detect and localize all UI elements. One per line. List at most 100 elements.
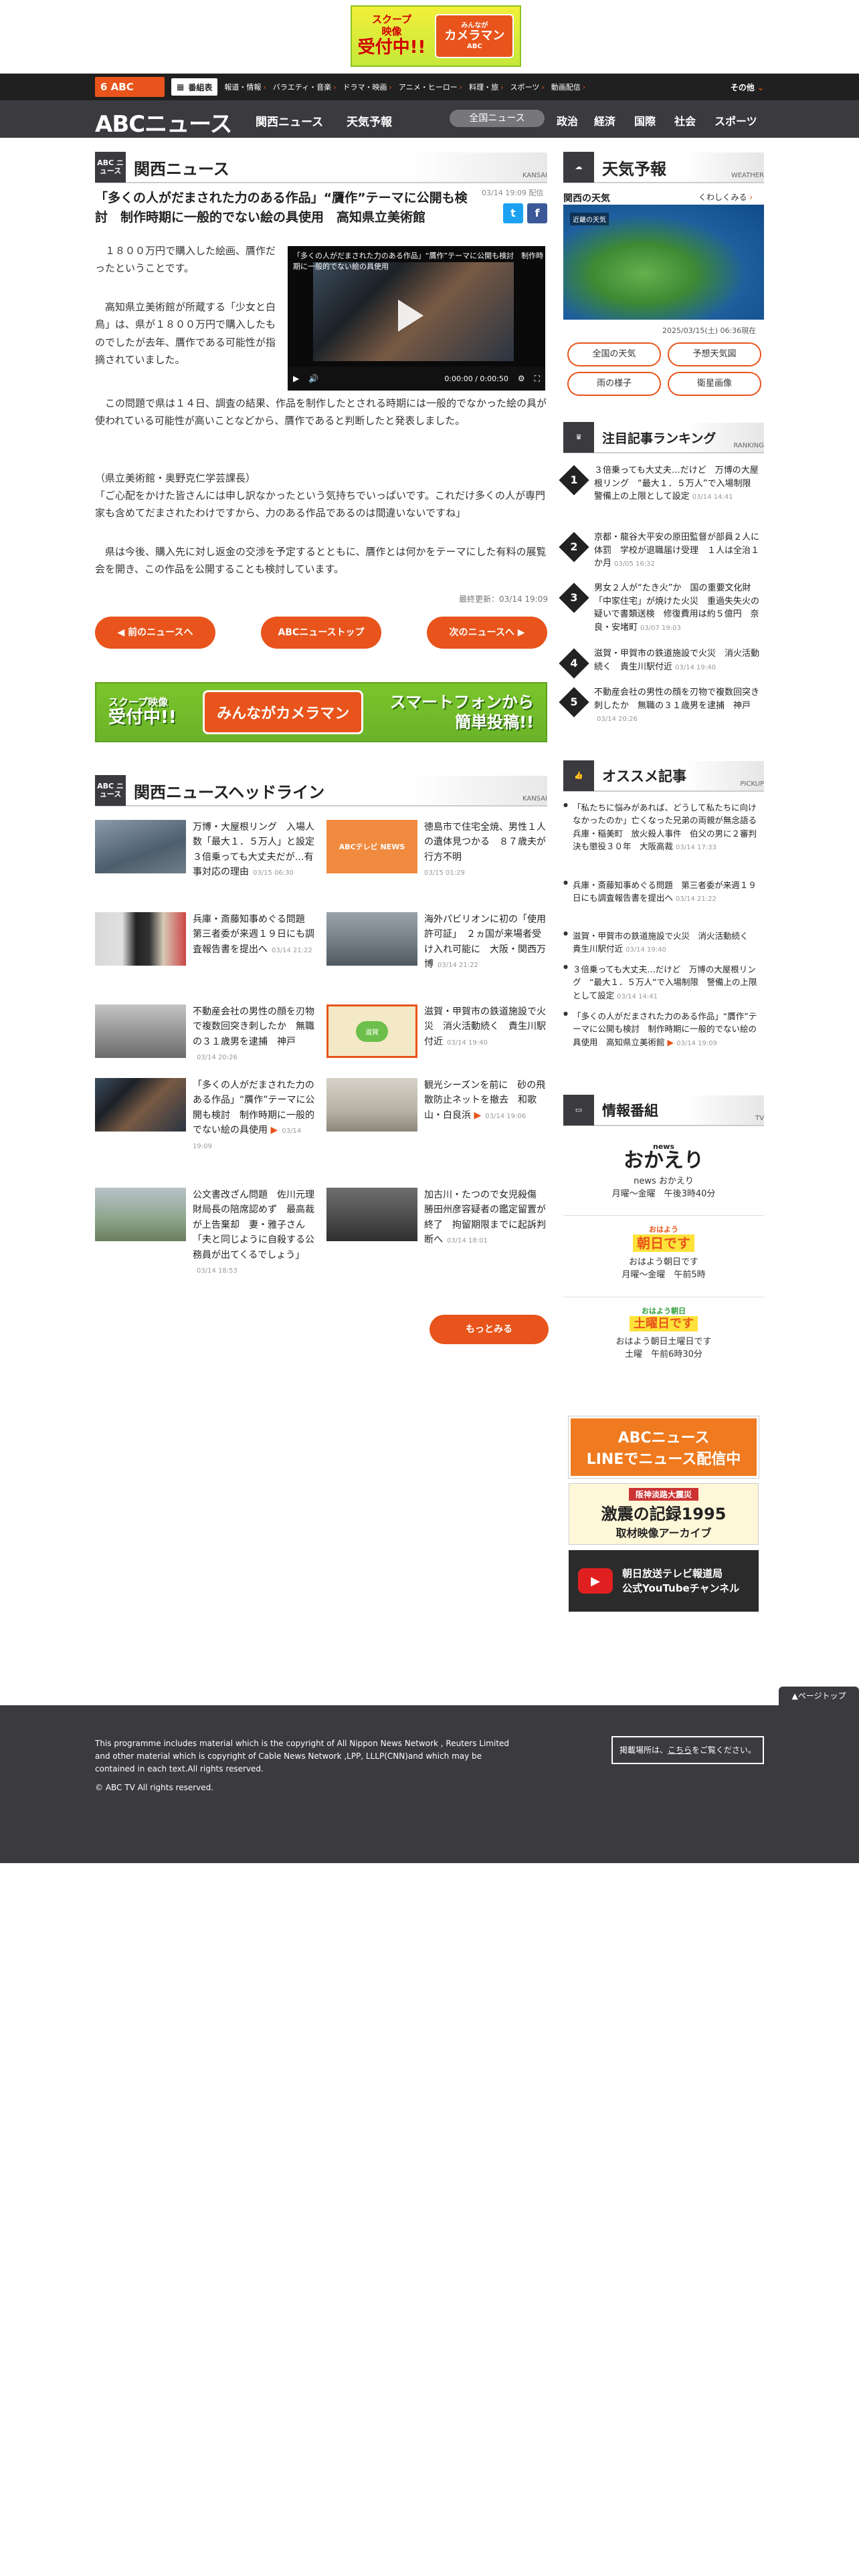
youtube-channel-banner[interactable]: ▶ 朝日放送テレビ報道局 公式YouTubeチャンネル [569, 1550, 759, 1612]
section-tag: RANKING [733, 442, 764, 449]
nav-international[interactable]: 国際 [634, 112, 656, 128]
youtube-banner-text: 朝日放送テレビ報道局 公式YouTubeチャンネル [622, 1567, 740, 1595]
section-title: 注目記事ランキング [602, 431, 717, 446]
weather-btn-national[interactable]: 全国の天気 [567, 342, 661, 366]
article-date: 03/14 19:09 配信 [482, 189, 544, 197]
weather-detail-link[interactable]: くわしくみる › [698, 191, 753, 203]
nav-kansai-news[interactable]: 関西ニュース [256, 112, 323, 129]
section-tag: KANSAI [522, 795, 547, 802]
headline-thumbnail [95, 1078, 186, 1132]
nav-item-news[interactable]: 報道・情報 › [224, 82, 266, 92]
headline-title: 兵庫・斎藤知事めぐる問題 第三者委が来週１９日にも調査報告書を提出へ 03/14 … [193, 914, 314, 955]
bangumi-button[interactable]: ▦ 番組表 [171, 78, 218, 96]
headline-item[interactable]: 加古川・たつので女児殺傷 勝田州彦容疑者の鑑定留置が終了 拘留期限までに起訴判断… [326, 1188, 547, 1275]
scoop-banner-text: スクープ 映像 受付中!! [357, 13, 426, 58]
weather-map[interactable]: 近畿の天気 [563, 205, 764, 320]
nav-item-video[interactable]: 動画配信 › [551, 82, 585, 92]
nav-item-anime[interactable]: アニメ・ヒーロー › [399, 82, 462, 92]
headline-item[interactable]: 兵庫・斎藤知事めぐる問題 第三者委が来週１９日にも調査報告書を提出へ 03/14 … [95, 912, 316, 999]
headline-thumbnail [326, 1188, 417, 1241]
volume-icon[interactable]: 🔊 [308, 374, 318, 383]
chevron-right-icon: › [333, 83, 337, 92]
weather-btn-rain[interactable]: 雨の様子 [567, 372, 661, 396]
line-news-banner[interactable]: ABCニュース LINEでニュース配信中 [568, 1416, 759, 1479]
pickup-item[interactable]: 滋賀・甲賀市の鉄道施設で火災 消火活動続く 貴生川駅付近03/14 19:40 [563, 930, 764, 956]
section-title: 天気予報 [602, 159, 666, 179]
ranking-item[interactable]: 5 不動産会社の男性の顔を刃物で複数回突き刺したか 無職の３１歳男を逮捕 神戸03… [559, 686, 764, 730]
page-top-button[interactable]: ▲ページトップ [779, 1687, 859, 1705]
headline-item[interactable]: 海外パビリオンに初の「使用許可証」 ２ヵ国が来場者受け入れ可能に 大阪・関西万博… [326, 912, 547, 999]
rank-badge: 4 [559, 648, 589, 679]
scoop-wide-banner[interactable]: スクープ映像 受付中!! みんながカメラマン スマートフォンから 簡単投稿!! [95, 682, 547, 742]
headline-title: 滋賀・甲賀市の鉄道施設で火災 消火活動続く 貴生川駅付近 03/14 19:40 [424, 1006, 546, 1047]
chevron-right-icon: › [263, 83, 266, 92]
ranking-title: 京都・龍谷大平安の原田監督が部員２人に体罰 学校が退職届け受理 １人は全治１か月… [594, 532, 760, 568]
prev-news-button[interactable]: ◀ 前のニュースへ [95, 617, 215, 649]
nav-zenkoku-news[interactable]: 全国ニュース [450, 110, 545, 127]
programs-header: ▭ 情報番組 TV [563, 1095, 764, 1126]
ranking-item[interactable]: 2 京都・龍谷大平安の原田監督が部員２人に体罰 学校が退職届け受理 １人は全治１か… [559, 531, 764, 575]
pickup-item[interactable]: 「多くの人がだまされた力のある作品」“贋作”テーマに公開も検討 制作時期に一般的… [563, 1010, 764, 1049]
other-menu[interactable]: その他 ⌄ [731, 82, 764, 93]
fullscreen-icon[interactable]: ⛶ [535, 374, 540, 384]
news-top-button[interactable]: ABCニューストップ [261, 617, 381, 649]
ranking-item[interactable]: 3 男女２人が“たき火”か 国の重要文化財「中家住宅」が焼けた火災 重過失失火の疑… [559, 582, 764, 633]
ranking-item[interactable]: 1 ３倍乗っても大丈夫…だけど 万博の大屋根リング “最大１．５万人”で入場制限 … [559, 464, 764, 508]
nav-weather[interactable]: 天気予報 [347, 112, 392, 129]
weather-btn-satellite[interactable]: 衛星画像 [668, 372, 761, 396]
program-time: 月曜〜金曜 午前5時 [622, 1270, 706, 1280]
pickup-item[interactable]: 兵庫・斎藤知事めぐる問題 第三者委が来週１９日にも調査報告書を提出へ03/14 … [563, 879, 764, 905]
section-tag: PICKUP [740, 780, 764, 788]
pickup-item[interactable]: ３倍乗っても大丈夫…だけど 万博の大屋根リング “最大１．５万人”で入場制限 警… [563, 963, 764, 1002]
footer-location-link[interactable]: こちら [668, 1745, 692, 1755]
program-name: おはよう朝日です [628, 1257, 698, 1267]
section-title: オススメ記事 [602, 768, 686, 784]
ranking-title: ３倍乗っても大丈夫…だけど 万博の大屋根リング “最大１．５万人”で入場制限 警… [594, 465, 760, 502]
abc-6-logo[interactable]: 6 ABC [95, 77, 165, 97]
next-news-button[interactable]: 次のニュースへ ▶ [427, 617, 547, 649]
play-button-icon[interactable]: ▶ [293, 374, 299, 383]
weather-btn-forecast-map[interactable]: 予想天気図 [668, 342, 761, 366]
headline-title: 観光シーズンを前に 砂の飛散防止ネットを撤去 和歌山・白良浜 ▶ 03/14 19… [424, 1080, 546, 1121]
facebook-share-icon[interactable]: f [527, 203, 547, 223]
nav-economy[interactable]: 経済 [594, 112, 615, 128]
play-icon[interactable] [398, 300, 423, 332]
article-paragraph: 県は今後、購入先に対し返金の交渉を予定するとともに、贋作とは何かをテーマにした有… [95, 546, 547, 576]
program-logo: おはよう朝日 [642, 1307, 686, 1315]
ranking-item[interactable]: 4 滋賀・甲賀市の鉄道施設で火災 消火活動続く 貴生川駅付近 03/14 19:40 [559, 647, 764, 691]
program-time: 月曜〜金曜 午後3時40分 [611, 1189, 716, 1199]
headline-item[interactable]: 公文書改ざん問題 佐川元理財局長の陪席認めず 最高裁が上告棄却 妻・雅子さん「夫… [95, 1188, 316, 1297]
nav-society[interactable]: 社会 [674, 112, 696, 128]
pickup-item[interactable]: 「私たちに悩みがあれば、どうして私たちに向けなかったのか」亡くなった兄弟の両親が… [563, 801, 765, 853]
ranking-title: 男女２人が“たき火”か 国の重要文化財「中家住宅」が焼けた火災 重過失失火の疑い… [594, 583, 760, 633]
earthquake-archive-banner[interactable]: 阪神淡路大震災 激震の記録1995 取材映像アーカイブ [569, 1483, 759, 1545]
headline-item[interactable]: ABCテレビ NEWS 徳島市で住宅全焼、男性１人の遺体見つかる ８７歳夫が行方… [326, 820, 547, 907]
rank-badge: 2 [559, 532, 589, 562]
twitter-share-icon[interactable]: t [503, 203, 523, 223]
headline-thumbnail: 滋賀 [326, 1004, 417, 1058]
nav-item-sports[interactable]: スポーツ › [510, 82, 545, 92]
nav-item-cooking[interactable]: 料理・旅 › [469, 82, 503, 92]
headline-item[interactable]: 観光シーズンを前に 砂の飛散防止ネットを撤去 和歌山・白良浜 ▶ 03/14 19… [326, 1078, 547, 1165]
program-item[interactable]: おはよう 朝日です おはよう朝日です 月曜〜金曜 午前5時 [563, 1218, 764, 1297]
nav-sports[interactable]: スポーツ [714, 112, 757, 128]
kansai-news-header: ABC ニュース 関西ニュース KANSAI [95, 152, 547, 183]
abc-news-logo[interactable]: ABCニュース [95, 106, 232, 138]
headline-item[interactable]: 万博・大屋根リング 入場人数「最大１．５万人」と設定 ３倍乗っても大丈夫だが…有… [95, 820, 324, 907]
video-player[interactable]: 「多くの人がだまされた力のある作品」“贋作”テーマに公開も検討 制作時期に一般的… [288, 246, 545, 391]
nav-item-drama[interactable]: ドラマ・映画 › [343, 82, 392, 92]
footer-location-button[interactable]: 掲載場所は、こちらをご覧ください。 [611, 1736, 764, 1764]
headline-item[interactable]: 「多くの人がだまされた力のある作品」“贋作”テーマに公開も検討 制作時期に一般的… [95, 1078, 316, 1185]
headline-thumbnail [95, 1188, 186, 1241]
program-item[interactable]: おはよう朝日 土曜日です おはよう朝日土曜日です 土曜 午前6時30分 [563, 1300, 764, 1379]
settings-icon[interactable]: ⚙ [518, 374, 525, 383]
scoop-banner[interactable]: スクープ 映像 受付中!! みんなが カメラマン ABC [351, 5, 521, 67]
program-item[interactable]: news おかえり news おかえり 月曜〜金曜 午後3時40分 [563, 1137, 764, 1216]
chevron-right-icon: › [389, 83, 392, 92]
nav-item-variety[interactable]: バラエティ・音楽 › [273, 82, 337, 92]
more-button[interactable]: もっとみる [430, 1315, 549, 1344]
headline-thumbnail [326, 1078, 417, 1132]
section-tag: TV [755, 1115, 764, 1122]
nav-politics[interactable]: 政治 [557, 112, 578, 128]
headline-title: 万博・大屋根リング 入場人数「最大１．５万人」と設定 ３倍乗っても大丈夫だが…有… [193, 822, 324, 878]
